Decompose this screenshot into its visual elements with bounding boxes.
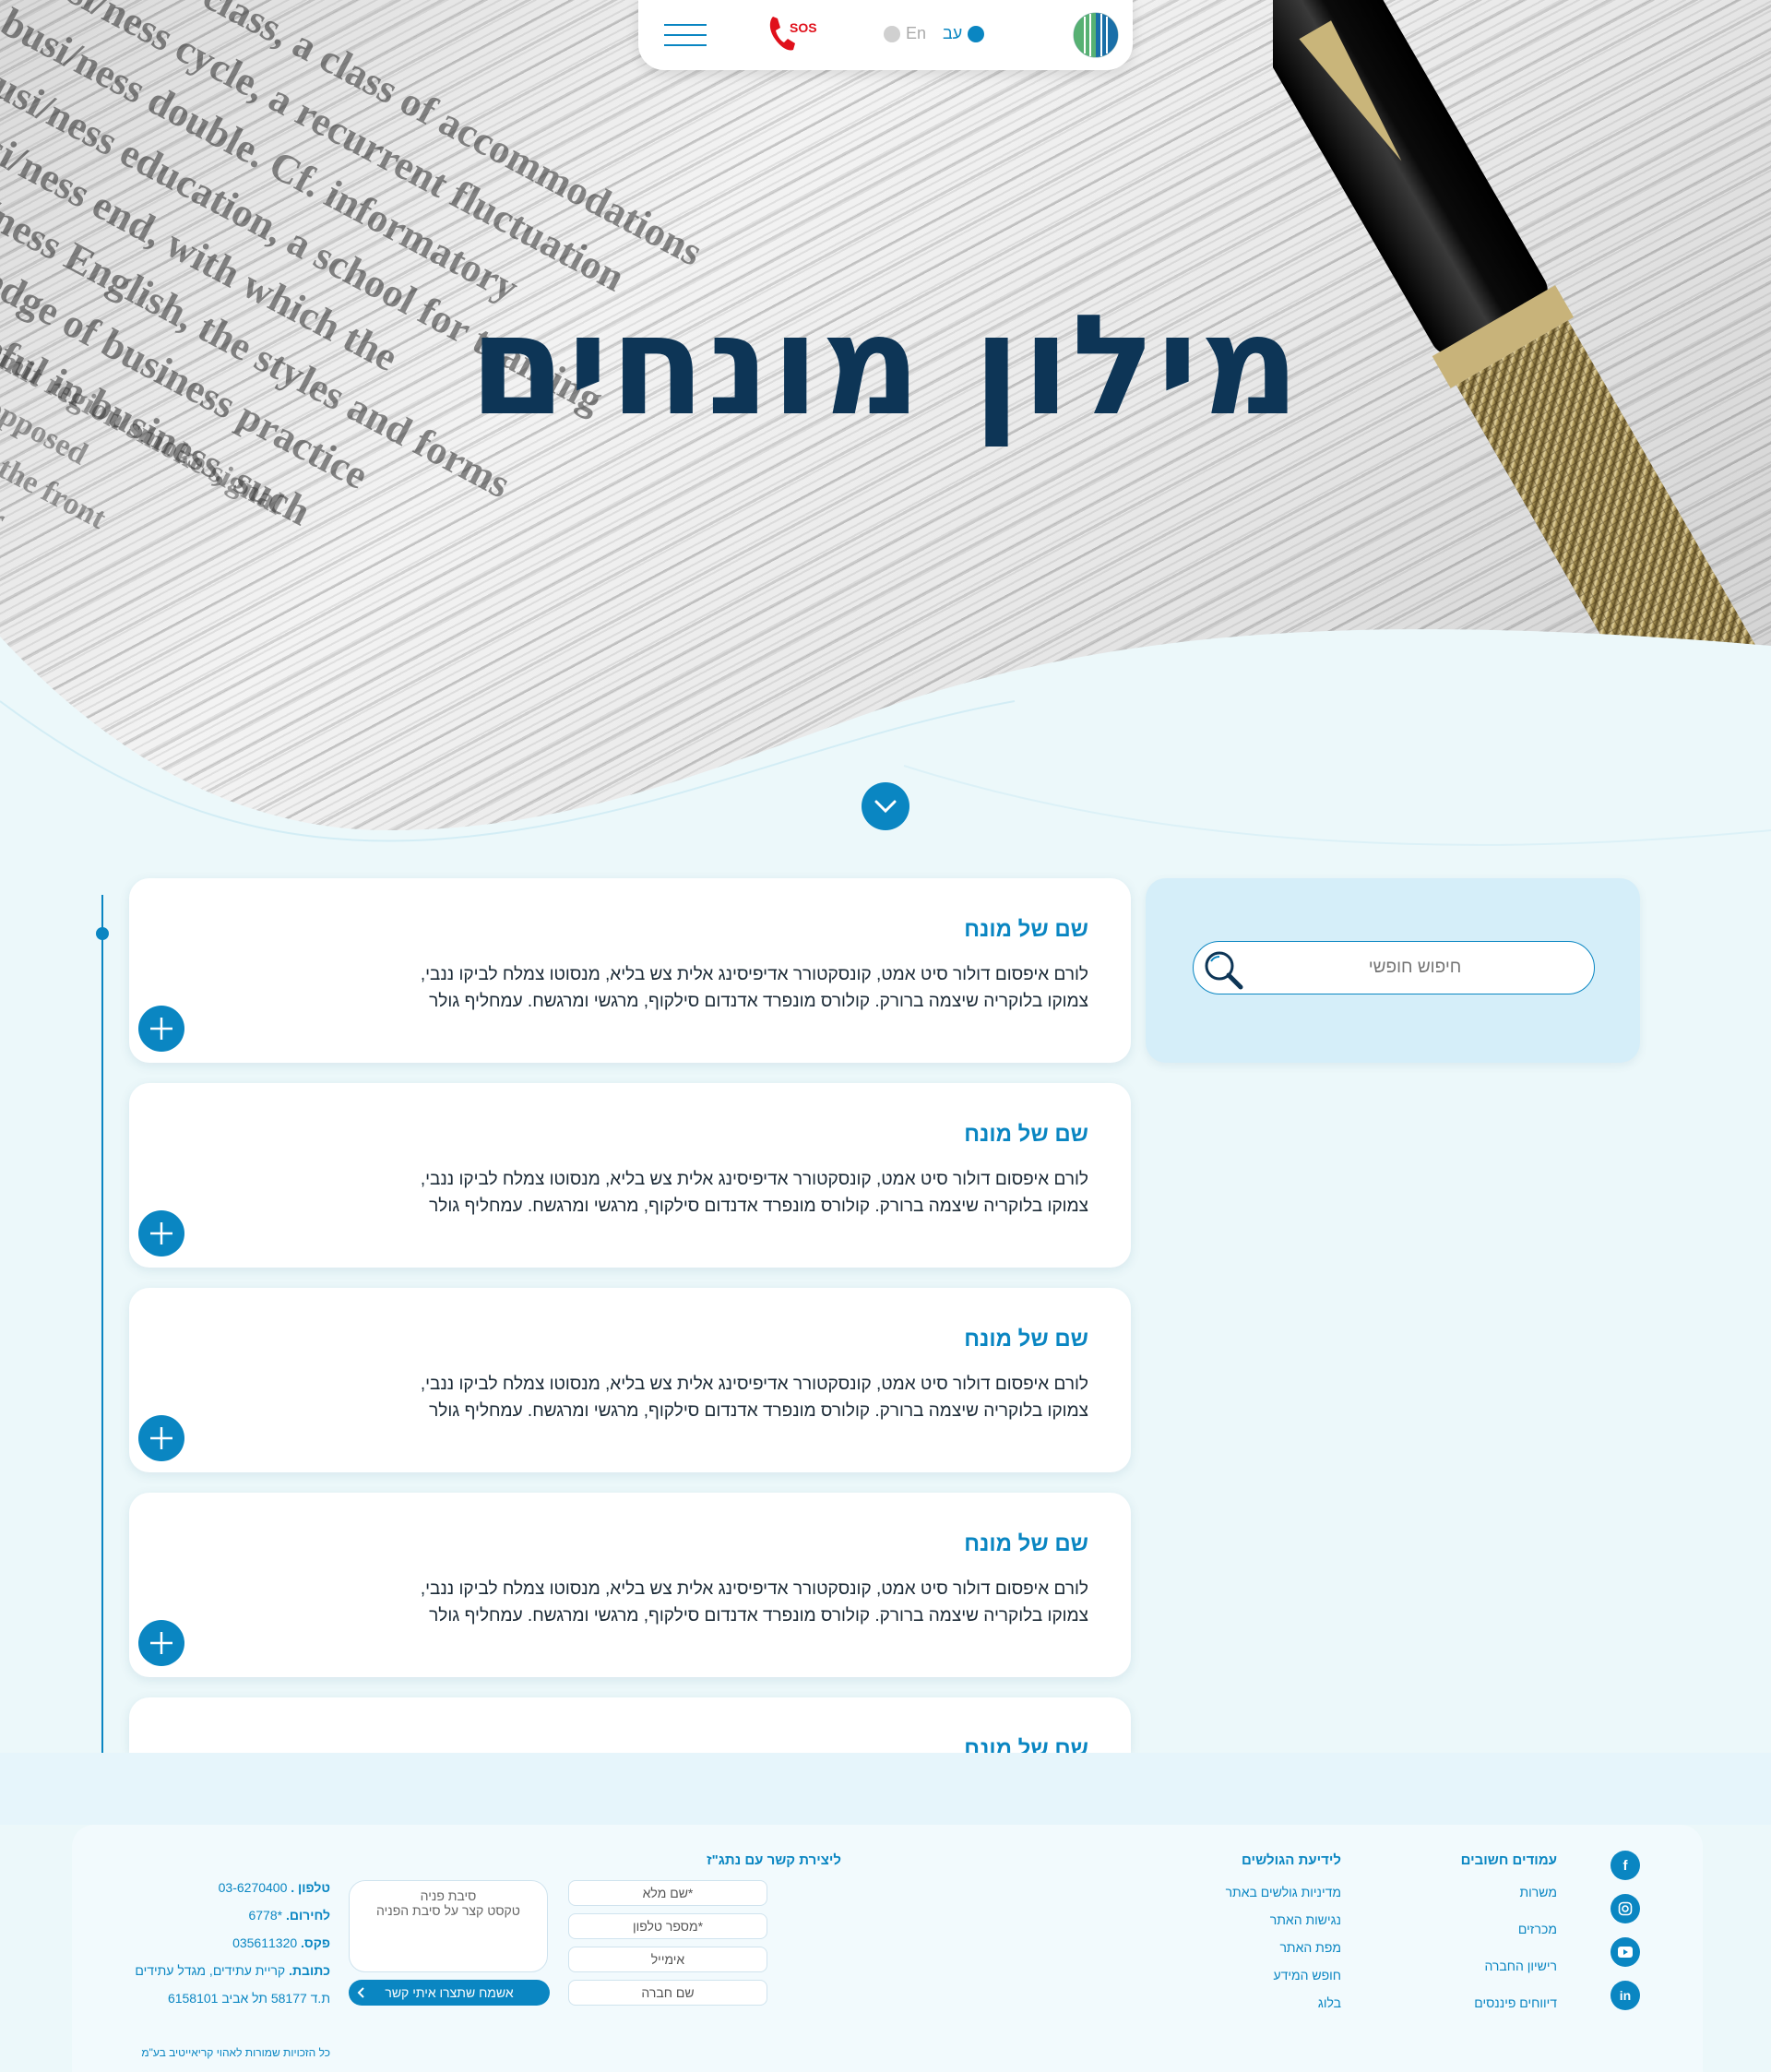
- footer-link-policy[interactable]: מדיניות גולשים באתר: [1226, 1885, 1341, 1899]
- email-input[interactable]: אימייל: [568, 1947, 767, 1972]
- plus-icon: [150, 1427, 172, 1449]
- term-description: לורם איפסום דולור סיט אמט, קונסקטורר אדי…: [420, 965, 1088, 1011]
- lang-he-label: עב: [943, 24, 963, 42]
- contact-form-heading: ליצירת קשר עם נתג"ז: [707, 1852, 841, 1868]
- youtube-icon[interactable]: [1611, 1937, 1640, 1967]
- term-description: לורם איפסום דולור סיט אמט, קונסקטורר אדי…: [420, 1375, 1088, 1421]
- timeline-line: [101, 895, 103, 1753]
- term-title: שם של מונח: [964, 1736, 1088, 1753]
- company-input[interactable]: שם חברה: [568, 1980, 767, 2006]
- facebook-icon[interactable]: f: [1611, 1851, 1640, 1880]
- footer-link-jobs[interactable]: משרות: [1520, 1885, 1558, 1899]
- visitors-info-heading: לידיעת הגולשים: [1242, 1852, 1341, 1868]
- lang-he[interactable]: עב: [943, 24, 985, 43]
- top-nav: SOS En עב: [638, 0, 1133, 70]
- search-input[interactable]: [1249, 942, 1581, 994]
- lang-en-label: En: [906, 24, 927, 42]
- scroll-down-button[interactable]: [862, 782, 909, 830]
- reason-textarea[interactable]: סיבת פניה טקסט קצר על סיבת הפניה: [349, 1880, 548, 1972]
- term-description: לורם איפסום דולור סיט אמט, קונסקטורר אדי…: [420, 1579, 1088, 1625]
- submit-contact-button[interactable]: אשמח שתצרו איתי קשר: [349, 1980, 550, 2006]
- footer: f in עמודים חשובים משרות מכרזים רישיון ה…: [72, 1825, 1703, 2072]
- copyright: כל הזכויות שמורות לאהוי קריאייטיב בע"מ: [141, 2046, 330, 2059]
- lang-en[interactable]: En: [884, 24, 926, 43]
- term-card: שם של מונח לורם איפסום דולור סיט אמט, קו…: [129, 1083, 1131, 1268]
- term-title: שם של מונח: [964, 917, 1088, 942]
- footer-link-sitemap[interactable]: מפת האתר: [1279, 1940, 1341, 1955]
- hamburger-icon[interactable]: [664, 20, 707, 48]
- submit-label: אשמח שתצרו איתי קשר: [385, 1985, 514, 2000]
- pobox-detail: ת.ד 58177 תל אביב 6158101: [167, 1991, 330, 2006]
- important-pages-heading: עמודים חשובים: [1460, 1852, 1557, 1868]
- expand-button[interactable]: [138, 1620, 184, 1666]
- expand-button[interactable]: [138, 1210, 184, 1256]
- expand-button[interactable]: [138, 1415, 184, 1461]
- plus-icon: [150, 1632, 172, 1654]
- address-detail: כתובת. קריית עתידים, מגדל עתידים: [135, 1963, 330, 1978]
- footer-link-tenders[interactable]: מכרזים: [1518, 1922, 1557, 1936]
- chevron-left-icon: [357, 1987, 364, 1998]
- content-divider: [0, 1753, 1771, 1825]
- term-card: שם של מונח לורם איפסום דולור סיט אמט, קו…: [129, 878, 1131, 1063]
- linkedin-icon[interactable]: in: [1611, 1981, 1640, 2010]
- term-description: לורם איפסום דולור סיט אמט, קונסקטורר אדי…: [420, 1170, 1088, 1216]
- phone-detail: טלפון . 03-6270400: [218, 1880, 330, 1895]
- plus-icon: [150, 1018, 172, 1040]
- term-card: שם של מונח: [129, 1697, 1131, 1753]
- emergency-detail: לחירום. *6778: [248, 1908, 330, 1923]
- radio-off-icon: [884, 25, 900, 42]
- reason-title: סיבת פניה: [420, 1888, 477, 1903]
- term-title: שם של מונח: [964, 1327, 1088, 1352]
- footer-link-financial[interactable]: דיווחים פיננסים: [1474, 1995, 1557, 2010]
- timeline-dot: [96, 927, 109, 940]
- plus-icon: [150, 1222, 172, 1244]
- radio-on-icon: [968, 25, 985, 42]
- full-name-input[interactable]: *שם מלא: [568, 1880, 767, 1906]
- reason-placeholder: טקסט קצר על סיבת הפניה: [376, 1903, 520, 1918]
- footer-link-foi[interactable]: חופש המידע: [1273, 1968, 1341, 1983]
- globe-logo[interactable]: [1072, 11, 1120, 59]
- search-field[interactable]: [1193, 941, 1595, 994]
- expand-button[interactable]: [138, 1006, 184, 1052]
- phone-input[interactable]: *מספר טלפון: [568, 1913, 767, 1939]
- footer-link-license[interactable]: רישיון החברה: [1484, 1959, 1557, 1973]
- footer-link-blog[interactable]: בלוג: [1318, 1995, 1341, 2010]
- fax-detail: פקס. 035611320: [232, 1935, 330, 1950]
- term-card: שם של מונח לורם איפסום דולור סיט אמט, קו…: [129, 1288, 1131, 1472]
- sos-button[interactable]: SOS: [767, 13, 819, 54]
- term-card: שם של מונח לורם איפסום דולור סיט אמט, קו…: [129, 1493, 1131, 1677]
- instagram-icon[interactable]: [1611, 1894, 1640, 1923]
- chevron-down-icon: [874, 800, 897, 814]
- page-title: מילון מונחים: [469, 286, 1302, 447]
- term-title: שם של מונח: [964, 1531, 1088, 1556]
- term-title: שם של מונח: [964, 1122, 1088, 1147]
- sos-label: SOS: [790, 20, 817, 35]
- footer-link-accessibility[interactable]: נגישות האתר: [1270, 1912, 1341, 1927]
- search-icon[interactable]: [1201, 947, 1245, 992]
